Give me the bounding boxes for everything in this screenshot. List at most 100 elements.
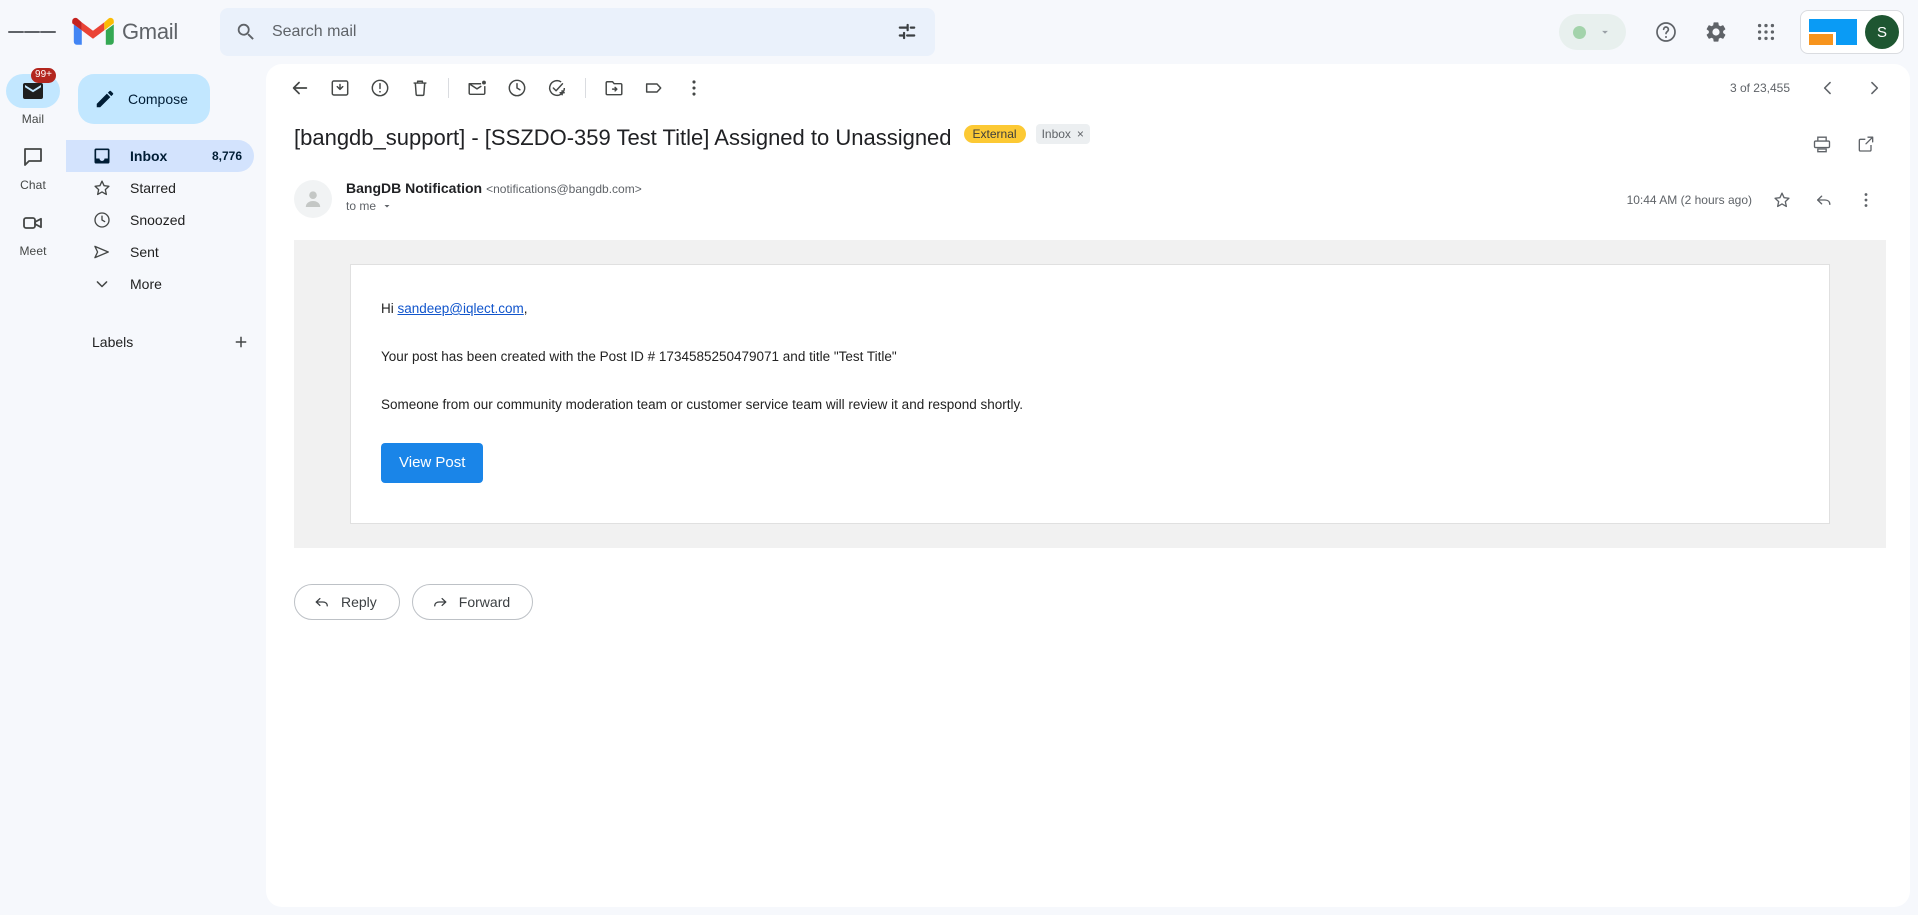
forward-arrow-icon <box>433 597 447 607</box>
mark-unread-icon <box>468 80 486 96</box>
star-outline-icon <box>1774 192 1790 208</box>
open-in-new-icon <box>1858 136 1874 152</box>
rail-item-meet[interactable]: Meet <box>0 200 66 266</box>
settings-button[interactable] <box>1692 8 1740 56</box>
subject-row: [bangdb_support] - [SSZDO-359 Test Title… <box>266 112 1910 164</box>
create-label-button[interactable] <box>228 329 254 355</box>
recipient-toggle[interactable]: to me <box>346 199 642 213</box>
move-to-button[interactable] <box>594 68 634 108</box>
labels-section-header: Labels <box>66 322 266 362</box>
star-icon <box>94 180 110 196</box>
page-title: [bangdb_support] - [SSZDO-359 Test Title… <box>294 122 1090 154</box>
sidebar-label-sent: Sent <box>130 244 159 260</box>
rail-item-mail[interactable]: 99+ Mail <box>0 68 66 134</box>
sidebar-count-inbox: 8,776 <box>211 149 242 163</box>
greeting-paragraph: Hi sandeep@iqlect.com, <box>381 299 1799 319</box>
message-body-container: Hi sandeep@iqlect.com, Your post has bee… <box>294 240 1886 548</box>
reply-button[interactable]: Reply <box>294 584 400 620</box>
previous-page-button[interactable] <box>1808 68 1848 108</box>
body-paragraph-1: Your post has been created with the Post… <box>381 349 897 364</box>
sidebar-nav: Inbox 8,776 Starred Snoozed Sent More <box>66 140 266 300</box>
avatar[interactable]: S <box>1865 15 1899 49</box>
chevron-down-icon[interactable] <box>1598 25 1612 39</box>
send-icon <box>94 245 109 259</box>
gmail-app: Gmail Search mail S 99+ Mail Chat Meet C… <box>0 0 1918 915</box>
top-header: Gmail Search mail S <box>0 0 1918 64</box>
app-body: 99+ Mail Chat Meet Compose Inbox 8,776 S… <box>0 64 1918 915</box>
delete-button[interactable] <box>400 68 440 108</box>
forward-label: Forward <box>458 594 511 610</box>
sidebar: Compose Inbox 8,776 Starred Snoozed Sent… <box>66 64 266 915</box>
message-body-card: Hi sandeep@iqlect.com, Your post has bee… <box>350 264 1830 524</box>
search-input[interactable] <box>265 23 887 41</box>
sidebar-item-snoozed[interactable]: Snoozed <box>66 204 254 236</box>
sidebar-label-more: More <box>130 276 162 292</box>
sidebar-item-inbox[interactable]: Inbox 8,776 <box>66 140 254 172</box>
sidebar-item-more[interactable]: More <box>66 268 254 300</box>
chevron-down-icon <box>96 281 108 288</box>
search-box[interactable] <box>219 8 935 56</box>
mail-unread-badge: 99+ <box>31 68 56 83</box>
video-camera-icon <box>23 217 42 229</box>
print-button[interactable] <box>1802 124 1842 164</box>
message-header: BangDB Notification <notifications@bangdb… <box>266 164 1910 220</box>
sidebar-item-starred[interactable]: Starred <box>66 172 254 204</box>
add-to-tasks-icon <box>548 79 566 97</box>
compose-button[interactable]: Compose <box>78 74 210 124</box>
rail-item-chat[interactable]: Chat <box>0 134 66 200</box>
view-post-button[interactable]: View Post <box>381 443 484 483</box>
reply-icon-button[interactable] <box>1804 180 1844 220</box>
compose-label: Compose <box>128 91 188 107</box>
status-dot-icon <box>1573 25 1586 39</box>
add-to-tasks-button[interactable] <box>537 68 577 108</box>
reply-label: Reply <box>341 594 377 610</box>
archive-button[interactable] <box>320 68 360 108</box>
report-spam-button[interactable] <box>360 68 400 108</box>
plus-icon <box>235 336 247 348</box>
archive-icon <box>331 80 349 96</box>
sender-name: BangDB Notification <box>346 180 483 196</box>
more-options-button[interactable] <box>674 68 714 108</box>
recipient-text: to me <box>346 199 377 213</box>
remove-label-icon[interactable]: × <box>1077 125 1084 143</box>
account-switcher[interactable]: S <box>1800 10 1904 54</box>
rail-label-mail: Mail <box>21 112 45 126</box>
search-icon[interactable] <box>226 12 266 52</box>
clock-icon <box>94 212 110 228</box>
inbox-label-chip[interactable]: Inbox × <box>1035 124 1090 144</box>
gmail-logo-link[interactable]: Gmail <box>72 16 178 48</box>
labels-title: Labels <box>92 334 134 350</box>
main-menu-button[interactable] <box>8 8 56 56</box>
inbox-chip-label: Inbox <box>1041 127 1071 141</box>
status-indicator[interactable] <box>1559 14 1626 50</box>
sidebar-label-snoozed: Snoozed <box>130 212 186 228</box>
search-filter-icon[interactable] <box>887 12 927 52</box>
snooze-button[interactable] <box>497 68 537 108</box>
sender-email: <notifications@bangdb.com> <box>486 182 642 196</box>
header-actions: S <box>1559 8 1918 56</box>
message-more-button[interactable] <box>1846 180 1886 220</box>
subject-text: [bangdb_support] - [SSZDO-359 Test Title… <box>294 125 952 150</box>
gmail-logo-icon <box>72 17 114 45</box>
pencil-icon <box>96 90 114 108</box>
sidebar-label-starred: Starred <box>130 180 176 196</box>
more-vertical-icon <box>692 80 696 96</box>
more-vertical-icon <box>1864 193 1868 207</box>
forward-button[interactable]: Forward <box>411 584 534 620</box>
greeting-prefix: Hi <box>381 301 398 316</box>
labels-button[interactable] <box>634 68 674 108</box>
google-apps-button[interactable] <box>1742 8 1790 56</box>
rail-label-chat: Chat <box>20 178 46 192</box>
open-in-new-window-button[interactable] <box>1846 124 1886 164</box>
rail-label-meet: Meet <box>19 244 47 258</box>
star-message-button[interactable] <box>1762 180 1802 220</box>
help-button[interactable] <box>1642 8 1690 56</box>
sidebar-item-sent[interactable]: Sent <box>66 236 254 268</box>
back-button[interactable] <box>280 68 320 108</box>
recipient-email-link[interactable]: sandeep@iqlect.com <box>398 301 524 316</box>
hamburger-icon <box>8 31 24 33</box>
sidebar-label-inbox: Inbox <box>130 148 168 164</box>
mark-unread-button[interactable] <box>457 68 497 108</box>
sender-info: BangDB Notification <notifications@bangdb… <box>346 178 642 213</box>
next-page-button[interactable] <box>1854 68 1894 108</box>
